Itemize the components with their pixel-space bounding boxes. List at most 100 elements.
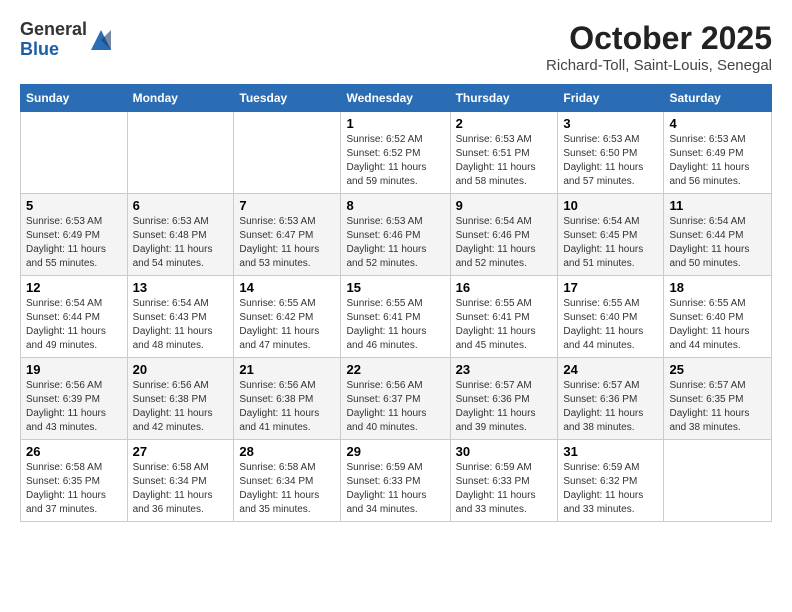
calendar-cell: 19 Sunrise: 6:56 AMSunset: 6:39 PMDayligh… xyxy=(21,358,128,440)
weekday-header-row: SundayMondayTuesdayWednesdayThursdayFrid… xyxy=(21,85,772,112)
day-info: Sunrise: 6:55 AMSunset: 6:40 PMDaylight:… xyxy=(669,297,766,353)
day-info: Sunrise: 6:54 AMSunset: 6:43 PMDaylight:… xyxy=(133,297,229,353)
day-info: Sunrise: 6:55 AMSunset: 6:41 PMDaylight:… xyxy=(346,297,444,353)
logo: General Blue xyxy=(20,20,115,60)
day-info: Sunrise: 6:56 AMSunset: 6:38 PMDaylight:… xyxy=(239,379,335,435)
day-info: Sunrise: 6:57 AMSunset: 6:36 PMDaylight:… xyxy=(563,379,658,435)
day-info: Sunrise: 6:55 AMSunset: 6:41 PMDaylight:… xyxy=(456,297,553,353)
day-number: 27 xyxy=(133,444,229,459)
day-info: Sunrise: 6:59 AMSunset: 6:32 PMDaylight:… xyxy=(563,461,658,517)
day-info: Sunrise: 6:53 AMSunset: 6:50 PMDaylight:… xyxy=(563,133,658,189)
calendar-cell xyxy=(234,112,341,194)
calendar-cell: 24 Sunrise: 6:57 AMSunset: 6:36 PMDayligh… xyxy=(558,358,664,440)
day-number: 9 xyxy=(456,198,553,213)
day-info: Sunrise: 6:56 AMSunset: 6:38 PMDaylight:… xyxy=(133,379,229,435)
day-number: 24 xyxy=(563,362,658,377)
calendar-cell: 7Sunrise: 6:53 AMSunset: 6:47 PMDaylight… xyxy=(234,194,341,276)
calendar-cell: 23Sunrise: 6:57 AMSunset: 6:36 PMDayligh… xyxy=(450,358,558,440)
day-number: 19 xyxy=(26,362,122,377)
calendar-week-row: 1Sunrise: 6:52 AMSunset: 6:52 PMDaylight… xyxy=(21,112,772,194)
day-number: 31 xyxy=(563,444,658,459)
calendar-cell: 4Sunrise: 6:53 AMSunset: 6:49 PMDaylight… xyxy=(664,112,772,194)
day-number: 14 xyxy=(239,280,335,295)
calendar-week-row: 26 Sunrise: 6:58 AMSunset: 6:35 PMDayligh… xyxy=(21,440,772,522)
weekday-header: Saturday xyxy=(664,85,772,112)
day-number: 10 xyxy=(563,198,658,213)
calendar-cell: 21 Sunrise: 6:56 AMSunset: 6:38 PMDayligh… xyxy=(234,358,341,440)
day-number: 16 xyxy=(456,280,553,295)
calendar-cell: 22Sunrise: 6:56 AMSunset: 6:37 PMDayligh… xyxy=(341,358,450,440)
day-info: Sunrise: 6:54 AMSunset: 6:45 PMDaylight:… xyxy=(563,215,658,271)
page-header: General Blue October 2025 Richard-Toll, … xyxy=(20,20,772,74)
day-number: 12 xyxy=(26,280,122,295)
day-number: 30 xyxy=(456,444,553,459)
calendar-cell: 15 Sunrise: 6:55 AMSunset: 6:41 PMDayligh… xyxy=(341,276,450,358)
calendar-cell: 11Sunrise: 6:54 AMSunset: 6:44 PMDayligh… xyxy=(664,194,772,276)
day-number: 25 xyxy=(669,362,766,377)
day-number: 11 xyxy=(669,198,766,213)
day-number: 1 xyxy=(346,116,444,131)
day-number: 15 xyxy=(346,280,444,295)
calendar-cell: 14 Sunrise: 6:55 AMSunset: 6:42 PMDayligh… xyxy=(234,276,341,358)
calendar-week-row: 12 Sunrise: 6:54 AMSunset: 6:44 PMDayligh… xyxy=(21,276,772,358)
calendar-cell: 16 Sunrise: 6:55 AMSunset: 6:41 PMDayligh… xyxy=(450,276,558,358)
calendar-cell: 8Sunrise: 6:53 AMSunset: 6:46 PMDaylight… xyxy=(341,194,450,276)
day-number: 23 xyxy=(456,362,553,377)
day-info: Sunrise: 6:55 AMSunset: 6:40 PMDaylight:… xyxy=(563,297,658,353)
day-info: Sunrise: 6:54 AMSunset: 6:46 PMDaylight:… xyxy=(456,215,553,271)
day-number: 20 xyxy=(133,362,229,377)
logo-icon xyxy=(87,26,115,54)
calendar-cell xyxy=(21,112,128,194)
calendar-cell: 30 Sunrise: 6:59 AMSunset: 6:33 PMDayligh… xyxy=(450,440,558,522)
day-info: Sunrise: 6:56 AMSunset: 6:39 PMDaylight:… xyxy=(26,379,122,435)
calendar-cell: 9 Sunrise: 6:54 AMSunset: 6:46 PMDaylight… xyxy=(450,194,558,276)
day-info: Sunrise: 6:59 AMSunset: 6:33 PMDaylight:… xyxy=(456,461,553,517)
weekday-header: Wednesday xyxy=(341,85,450,112)
calendar-cell: 29 Sunrise: 6:59 AMSunset: 6:33 PMDayligh… xyxy=(341,440,450,522)
day-info: Sunrise: 6:53 AMSunset: 6:51 PMDaylight:… xyxy=(456,133,553,189)
day-info: Sunrise: 6:55 AMSunset: 6:42 PMDaylight:… xyxy=(239,297,335,353)
day-number: 29 xyxy=(346,444,444,459)
day-number: 6 xyxy=(133,198,229,213)
day-info: Sunrise: 6:54 AMSunset: 6:44 PMDaylight:… xyxy=(26,297,122,353)
weekday-header: Tuesday xyxy=(234,85,341,112)
day-info: Sunrise: 6:53 AMSunset: 6:49 PMDaylight:… xyxy=(669,133,766,189)
calendar-cell xyxy=(664,440,772,522)
day-number: 3 xyxy=(563,116,658,131)
day-number: 2 xyxy=(456,116,553,131)
calendar-week-row: 5Sunrise: 6:53 AMSunset: 6:49 PMDaylight… xyxy=(21,194,772,276)
weekday-header: Thursday xyxy=(450,85,558,112)
title-block: October 2025 Richard-Toll, Saint-Louis, … xyxy=(546,20,772,74)
calendar-cell: 6Sunrise: 6:53 AMSunset: 6:48 PMDaylight… xyxy=(127,194,234,276)
calendar-cell: 28Sunrise: 6:58 AMSunset: 6:34 PMDayligh… xyxy=(234,440,341,522)
calendar-cell: 13Sunrise: 6:54 AMSunset: 6:43 PMDayligh… xyxy=(127,276,234,358)
day-info: Sunrise: 6:57 AMSunset: 6:35 PMDaylight:… xyxy=(669,379,766,435)
calendar-cell xyxy=(127,112,234,194)
location: Richard-Toll, Saint-Louis, Senegal xyxy=(546,57,772,74)
day-info: Sunrise: 6:58 AMSunset: 6:34 PMDaylight:… xyxy=(239,461,335,517)
day-number: 21 xyxy=(239,362,335,377)
calendar-cell: 12 Sunrise: 6:54 AMSunset: 6:44 PMDayligh… xyxy=(21,276,128,358)
day-number: 5 xyxy=(26,198,122,213)
day-number: 26 xyxy=(26,444,122,459)
day-info: Sunrise: 6:58 AMSunset: 6:34 PMDaylight:… xyxy=(133,461,229,517)
day-info: Sunrise: 6:58 AMSunset: 6:35 PMDaylight:… xyxy=(26,461,122,517)
calendar-cell: 25 Sunrise: 6:57 AMSunset: 6:35 PMDayligh… xyxy=(664,358,772,440)
calendar-cell: 17Sunrise: 6:55 AMSunset: 6:40 PMDayligh… xyxy=(558,276,664,358)
day-info: Sunrise: 6:53 AMSunset: 6:46 PMDaylight:… xyxy=(346,215,444,271)
calendar-table: SundayMondayTuesdayWednesdayThursdayFrid… xyxy=(20,84,772,522)
calendar-cell: 10 Sunrise: 6:54 AMSunset: 6:45 PMDayligh… xyxy=(558,194,664,276)
logo-general: General xyxy=(20,20,87,40)
weekday-header: Friday xyxy=(558,85,664,112)
calendar-cell: 5Sunrise: 6:53 AMSunset: 6:49 PMDaylight… xyxy=(21,194,128,276)
calendar-cell: 20 Sunrise: 6:56 AMSunset: 6:38 PMDayligh… xyxy=(127,358,234,440)
calendar-week-row: 19 Sunrise: 6:56 AMSunset: 6:39 PMDayligh… xyxy=(21,358,772,440)
calendar-cell: 26 Sunrise: 6:58 AMSunset: 6:35 PMDayligh… xyxy=(21,440,128,522)
calendar-cell: 1Sunrise: 6:52 AMSunset: 6:52 PMDaylight… xyxy=(341,112,450,194)
calendar-cell: 31 Sunrise: 6:59 AMSunset: 6:32 PMDayligh… xyxy=(558,440,664,522)
calendar-cell: 27 Sunrise: 6:58 AMSunset: 6:34 PMDayligh… xyxy=(127,440,234,522)
calendar-cell: 2 Sunrise: 6:53 AMSunset: 6:51 PMDaylight… xyxy=(450,112,558,194)
day-info: Sunrise: 6:59 AMSunset: 6:33 PMDaylight:… xyxy=(346,461,444,517)
weekday-header: Sunday xyxy=(21,85,128,112)
weekday-header: Monday xyxy=(127,85,234,112)
